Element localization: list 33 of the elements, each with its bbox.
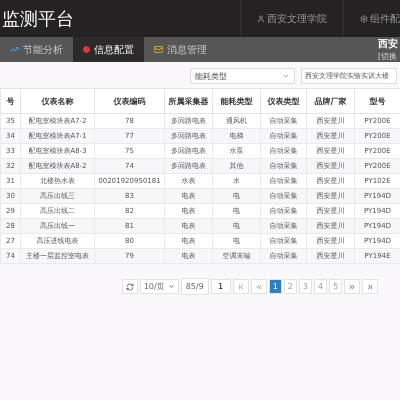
page-button[interactable]: 4 <box>314 279 328 294</box>
last-page-button[interactable] <box>362 279 378 294</box>
settings-icon <box>360 14 368 22</box>
dot-icon <box>83 46 90 53</box>
caret-icon <box>282 72 290 80</box>
nav-tab[interactable]: 节能分析 <box>0 37 73 62</box>
next-page-button[interactable] <box>344 279 360 294</box>
switch-link[interactable]: [切换 <box>378 51 398 62</box>
page-button[interactable]: 3 <box>298 279 312 294</box>
mail-icon <box>154 45 163 54</box>
platform-title: 监测平台 <box>2 8 75 30</box>
first-page-button[interactable] <box>232 279 249 294</box>
previous-page-button[interactable] <box>250 279 267 294</box>
page-button[interactable]: 2 <box>284 279 297 294</box>
page-button[interactable]: 5 <box>329 279 342 294</box>
type-select[interactable]: 能耗类型 <box>190 68 295 84</box>
double-left-icon <box>254 282 263 290</box>
double-right-icon <box>348 282 356 290</box>
nav-tab[interactable]: 消息管理 <box>144 37 217 62</box>
trend-icon <box>10 45 19 54</box>
caret-icon <box>168 283 175 290</box>
user-icon <box>257 14 265 22</box>
refresh-icon <box>126 282 134 290</box>
page-input[interactable]: 1 <box>210 279 231 294</box>
site-name: 西安 <box>378 37 398 51</box>
last-page-icon <box>366 282 374 290</box>
refresh-button[interactable] <box>122 279 138 294</box>
page-total: 85/9 <box>180 278 209 295</box>
nav-tab[interactable]: 信息配置 <box>73 37 144 62</box>
page-button[interactable]: 1 <box>268 279 282 294</box>
first-page-icon <box>236 282 245 290</box>
column-header: 号 <box>0 88 20 114</box>
page-size-select[interactable]: 10/页 <box>140 279 179 294</box>
